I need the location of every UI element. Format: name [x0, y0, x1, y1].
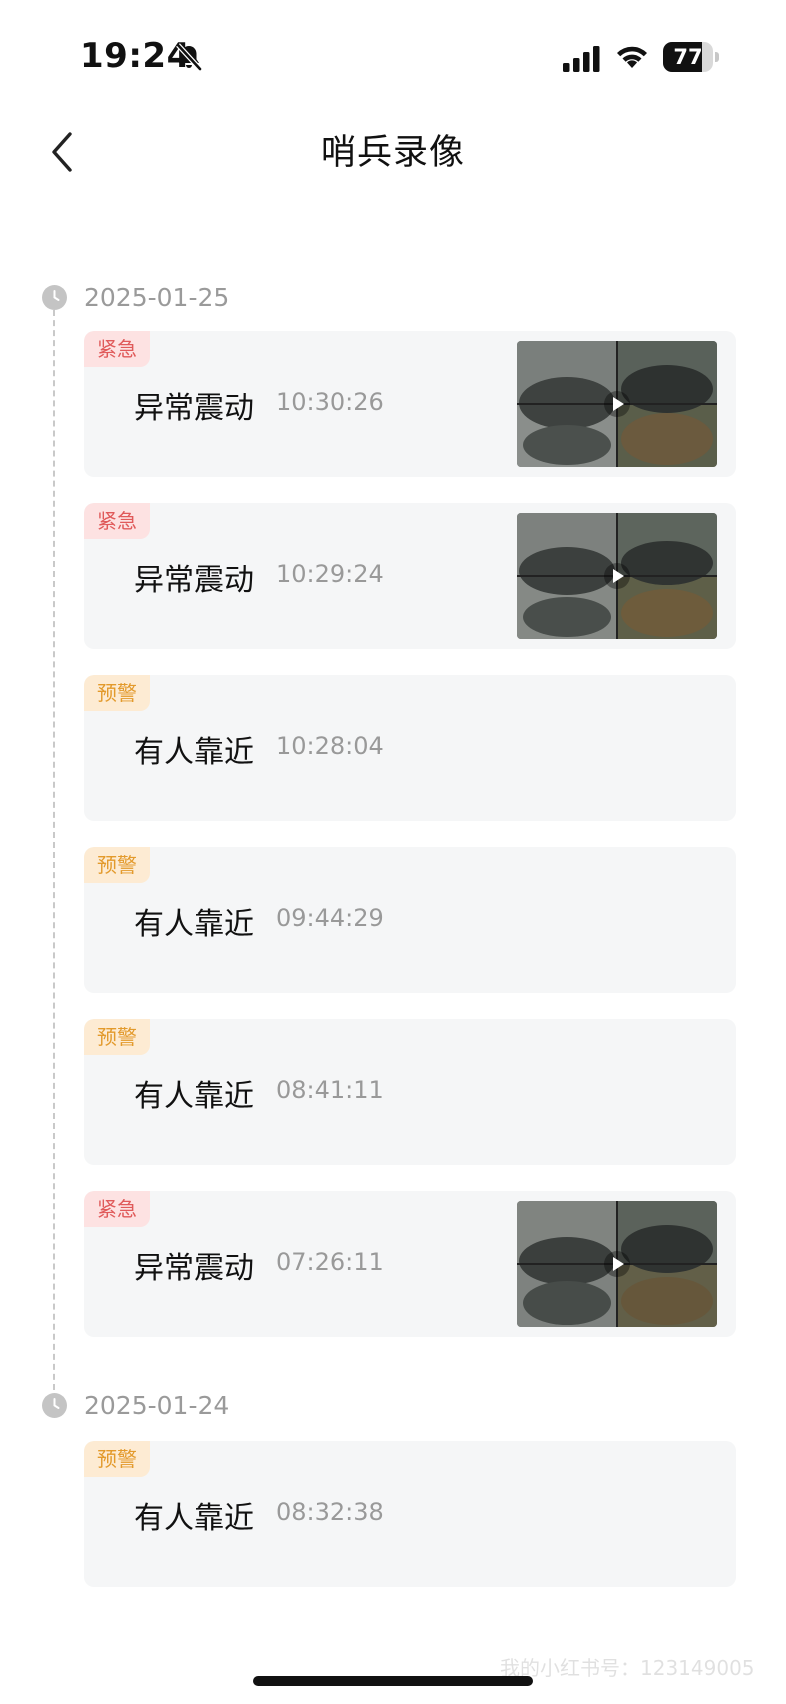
event-name: 异常震动 [134, 1251, 254, 1286]
event-name: 异常震动 [134, 563, 254, 598]
event-card[interactable]: 紧急 异常震动 10:30:26 [84, 331, 736, 477]
home-indicator[interactable] [253, 1676, 533, 1686]
urgent-badge: 紧急 [84, 503, 150, 539]
battery-icon: 77 [663, 42, 713, 72]
warning-badge: 预警 [84, 1019, 150, 1055]
event-card[interactable]: 紧急 异常震动 07:26:11 [84, 1191, 736, 1337]
warning-badge: 预警 [84, 675, 150, 711]
warning-badge: 预警 [84, 847, 150, 883]
date-header: 2025-01-25 [84, 283, 230, 312]
event-time: 08:32:38 [276, 1498, 384, 1526]
battery-percent: 77 [673, 45, 703, 69]
urgent-badge: 紧急 [84, 331, 150, 367]
event-name: 有人靠近 [134, 1079, 254, 1114]
bell-muted-icon [176, 43, 202, 71]
video-thumbnail[interactable] [517, 513, 717, 639]
clock-icon [42, 1393, 67, 1418]
sentry-recordings-page: 19:24 77 哨兵录像 2025-01-25 紧急 异常震动 10:30:2… [0, 0, 786, 1704]
timeline-line [53, 300, 55, 1400]
video-thumbnail[interactable] [517, 1201, 717, 1327]
event-name: 有人靠近 [134, 907, 254, 942]
battery-indicator: 77 [663, 42, 719, 72]
event-card[interactable]: 预警 有人靠近 08:32:38 [84, 1441, 736, 1587]
battery-terminal [715, 52, 719, 62]
event-name: 有人靠近 [134, 1501, 254, 1536]
event-card[interactable]: 预警 有人靠近 09:44:29 [84, 847, 736, 993]
date-header: 2025-01-24 [84, 1391, 230, 1420]
event-time: 08:41:11 [276, 1076, 384, 1104]
video-thumbnail[interactable] [517, 341, 717, 467]
urgent-badge: 紧急 [84, 1191, 150, 1227]
event-name: 异常震动 [134, 391, 254, 426]
event-card[interactable]: 预警 有人靠近 10:28:04 [84, 675, 736, 821]
event-time: 10:30:26 [276, 388, 384, 416]
status-bar: 19:24 77 [0, 0, 786, 110]
cellular-signal-icon [563, 46, 600, 72]
event-card[interactable]: 预警 有人靠近 08:41:11 [84, 1019, 736, 1165]
page-title: 哨兵录像 [320, 133, 465, 173]
event-time: 10:28:04 [276, 732, 384, 760]
event-card[interactable]: 紧急 异常震动 10:29:24 [84, 503, 736, 649]
watermark: 我的小红书号：123149005 [500, 1656, 755, 1680]
event-time: 10:29:24 [276, 560, 384, 588]
clock-icon [42, 285, 67, 310]
event-time: 07:26:11 [276, 1248, 384, 1276]
event-time: 09:44:29 [276, 904, 384, 932]
wifi-icon [617, 46, 647, 68]
warning-badge: 预警 [84, 1441, 150, 1477]
event-name: 有人靠近 [134, 735, 254, 770]
